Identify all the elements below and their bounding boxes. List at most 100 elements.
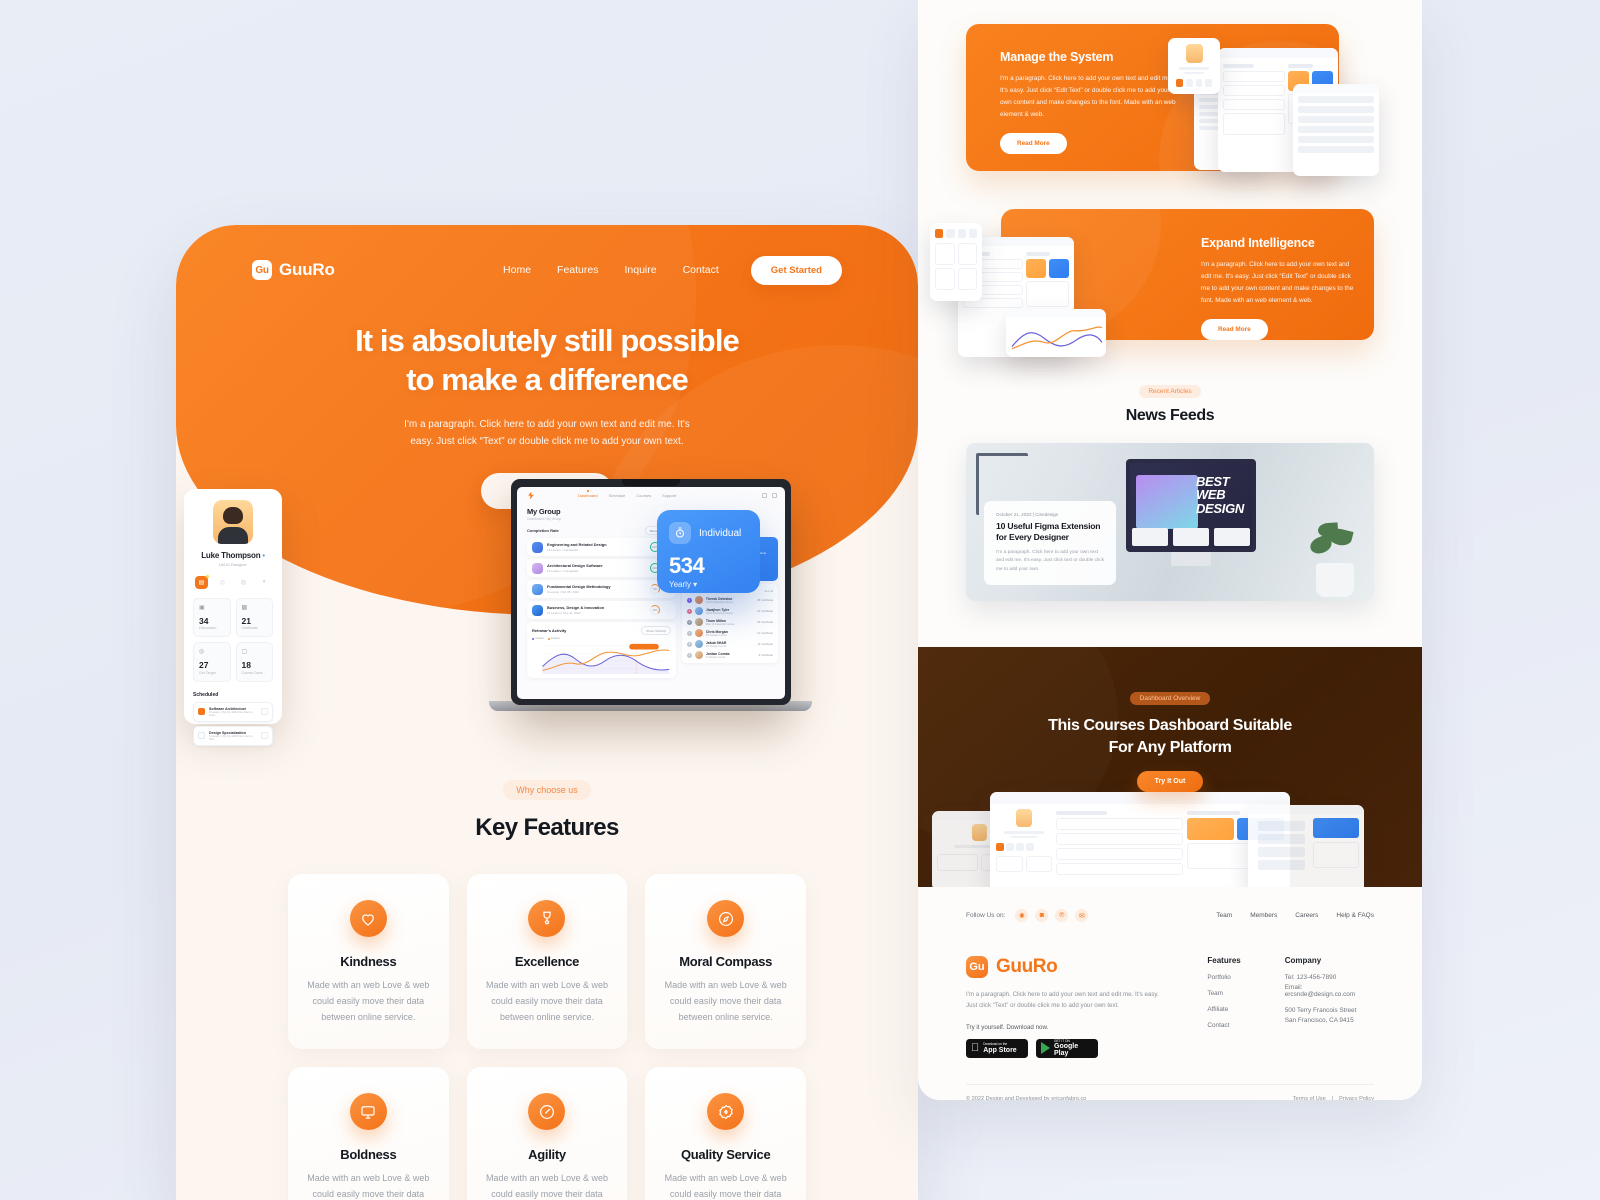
monitor-ui-graphic	[1136, 475, 1198, 529]
search-icon[interactable]	[762, 493, 767, 498]
feature-card-moral-compass[interactable]: Moral Compass Made with an web Love & we…	[645, 874, 806, 1050]
footer-link-careers[interactable]: Careers	[1295, 912, 1318, 919]
individual-period-text: Yearly	[669, 580, 691, 589]
footer-link-help[interactable]: Help & FAQs	[1336, 912, 1374, 919]
instagram-icon[interactable]: ◙	[1035, 909, 1049, 922]
individual-stat-card: Individual 534 Yearly ▾	[657, 510, 760, 593]
expand-read-more-button[interactable]: Read More	[1201, 319, 1268, 340]
list-item[interactable]: 3 Thom Millon Web UI Facebook Course 18 …	[686, 618, 773, 626]
list-item[interactable]: Design Specialization 6 Lesson | Oct 14,…	[193, 725, 273, 746]
heart-icon	[349, 900, 387, 937]
dashboard-overview-title: This Courses Dashboard Suitable For Any …	[918, 715, 1422, 758]
leaderboard-score: 11 Certificate	[757, 642, 773, 646]
footer-logo[interactable]: Gu GuuRo	[966, 956, 1169, 978]
nav-link-home[interactable]: Home	[503, 264, 531, 276]
footer-link-members[interactable]: Members	[1250, 912, 1277, 919]
bulb-icon[interactable]: ◇	[216, 576, 229, 589]
checkbox-checked-icon[interactable]	[198, 708, 205, 715]
chat-icon[interactable]: ◎	[237, 576, 250, 589]
nav-link-features[interactable]: Features	[557, 264, 598, 276]
table-row[interactable]: Engineering and Related Design 12 Lesson…	[527, 538, 676, 556]
mini-leaderboard	[1293, 84, 1379, 176]
list-item[interactable]: 4 Chris Morgan PS Design Course 12 Certi…	[686, 629, 773, 637]
list-item[interactable]: 1 Thersh Deleshui UI/UX Marketing Course…	[686, 596, 773, 604]
course-meta: 12 Lesson • Completed	[547, 568, 579, 573]
compass-icon	[707, 900, 745, 937]
feature-card-quality-service[interactable]: Quality Service Made with an web Love & …	[645, 1067, 806, 1200]
monitor-thumbnails	[1132, 528, 1250, 546]
behance-icon[interactable]: ✉	[1075, 909, 1089, 922]
stopwatch-icon	[669, 522, 691, 544]
verified-icon: •	[262, 553, 265, 560]
avatar	[694, 629, 703, 637]
landing-page-lower-mockup: Manage the System I'm a paragraph. Click…	[918, 0, 1422, 1100]
scheduled-action-icon[interactable]	[261, 732, 268, 739]
stat-label: Get Target	[199, 670, 216, 675]
stat-label: Course Done	[241, 670, 263, 675]
list-item[interactable]: 6 Jordan Combs AI Design Course 8 Certif…	[686, 651, 773, 659]
pinterest-icon[interactable]: ℗	[1055, 909, 1069, 922]
hero-paragraph-line-1: I'm a paragraph. Click here to add your …	[404, 419, 690, 431]
course-meta: 9 Lesson | Oct 05, 2022	[547, 589, 579, 594]
leaderboard-rank: 1	[686, 597, 692, 603]
table-row[interactable]: Fundamental Design Methodology 9 Lesson …	[527, 580, 676, 598]
google-play-button[interactable]: GET IT ON Google Play	[1036, 1038, 1098, 1058]
footer-column-company: Company Tel: 123-456-7890 Email: ercsnde…	[1285, 956, 1374, 1058]
footer-link-affiliate[interactable]: Affiliate	[1207, 1006, 1240, 1013]
checkbox-icon[interactable]	[198, 732, 205, 739]
dashboard-nav-support[interactable]: Support	[662, 493, 676, 498]
course-title: Business, Design & Innovation	[547, 605, 605, 611]
manage-read-more-button[interactable]: Read More	[1000, 133, 1067, 155]
calendar-icon[interactable]: ▤	[195, 574, 209, 589]
try-it-out-button[interactable]: Try It Out	[1136, 771, 1204, 793]
terms-of-use-link[interactable]: Terms of Use	[1293, 1096, 1326, 1100]
feature-card-agility[interactable]: Agility Made with an web Love & web coul…	[466, 1067, 628, 1200]
feature-card-excellence[interactable]: Excellence Made with an web Love & web c…	[466, 874, 628, 1050]
leaderboard-card: Leaderboard See all 1 Thersh Deleshui UI…	[681, 584, 778, 663]
privacy-policy-link[interactable]: Privacy Policy	[1339, 1096, 1374, 1100]
app-store-button[interactable]:  Download on theApp Store	[966, 1038, 1028, 1058]
footer-link-contact[interactable]: Contact	[1207, 1022, 1240, 1029]
footer-link-team[interactable]: Team	[1207, 990, 1240, 997]
leaderboard-see-all[interactable]: See all	[764, 589, 773, 593]
dashboard-nav-courses[interactable]: Courses	[636, 493, 651, 498]
footer-link-team[interactable]: Team	[1216, 912, 1232, 919]
table-row[interactable]: Architectural Design Software 12 Lesson …	[527, 559, 676, 577]
gauge-icon	[528, 1093, 566, 1131]
dashboard-overview-title-line-2: For Any Platform	[1108, 738, 1232, 756]
nav-link-inquire[interactable]: Inquire	[624, 264, 656, 276]
list-item[interactable]: 2 Jiwajhon Tyler UI/UX Marketing Course …	[686, 607, 773, 615]
mini-dashboard-center	[990, 792, 1290, 887]
expand-intelligence-content: Expand Intelligence I'm a paragraph. Cli…	[1001, 209, 1374, 340]
dashboard-nav-schedule[interactable]: Schedule	[609, 493, 626, 498]
individual-period-dropdown[interactable]: Yearly ▾	[669, 580, 748, 589]
bell-icon[interactable]	[772, 493, 777, 498]
dashboard-nav-icons	[762, 493, 777, 498]
nav-link-contact[interactable]: Contact	[683, 264, 719, 276]
copyright-text: © 2022 Design and Developed by ericsnfab…	[966, 1095, 1087, 1100]
badge-icon	[707, 1093, 745, 1131]
monitor-stand	[1171, 552, 1211, 566]
footer-email[interactable]: Email: ercsnde@design.co.com	[1285, 984, 1374, 998]
manage-system-title: Manage the System	[1000, 50, 1114, 64]
list-item[interactable]: 5 Jakub SHAR PS Design Course 11 Certifi…	[686, 640, 773, 648]
activity-filter-dropdown[interactable]: Show: Monthly	[641, 626, 671, 635]
feature-card-boldness[interactable]: Boldness Made with an web Love & web cou…	[288, 1067, 449, 1200]
footer-phone: Tel: 123-456-7890	[1284, 974, 1337, 981]
brand-logo[interactable]: Gu GuuRo	[252, 260, 335, 280]
dashboard-nav-dashboard[interactable]: Dashboard	[578, 493, 598, 498]
get-started-button[interactable]: Get Started	[750, 255, 842, 285]
list-item[interactable]: Software Architecture 8 Lesson | Oct 12,…	[193, 701, 273, 722]
leaderboard-score: 8 Certificate	[758, 653, 773, 657]
row-menu-icon[interactable]: ⋮	[667, 608, 671, 613]
individual-card-header: Individual	[669, 522, 748, 544]
profile-name-text: Luke Thompson	[201, 551, 261, 560]
footer-link-portfolio[interactable]: Portfolio	[1207, 974, 1240, 981]
feature-card-kindness[interactable]: Kindness Made with an web Love & web cou…	[288, 874, 449, 1050]
logout-icon[interactable]: ◐	[258, 576, 271, 589]
scheduled-action-icon[interactable]	[261, 708, 268, 715]
table-row[interactable]: Business, Design & Innovation 11 Lesson …	[527, 601, 676, 619]
manage-system-content: Manage the System I'm a paragraph. Click…	[966, 24, 1181, 155]
news-article-card[interactable]: BEST WEB DESIGN October 21, 2022 | Cined…	[966, 443, 1374, 601]
dribbble-icon[interactable]: ✺	[1015, 909, 1029, 922]
